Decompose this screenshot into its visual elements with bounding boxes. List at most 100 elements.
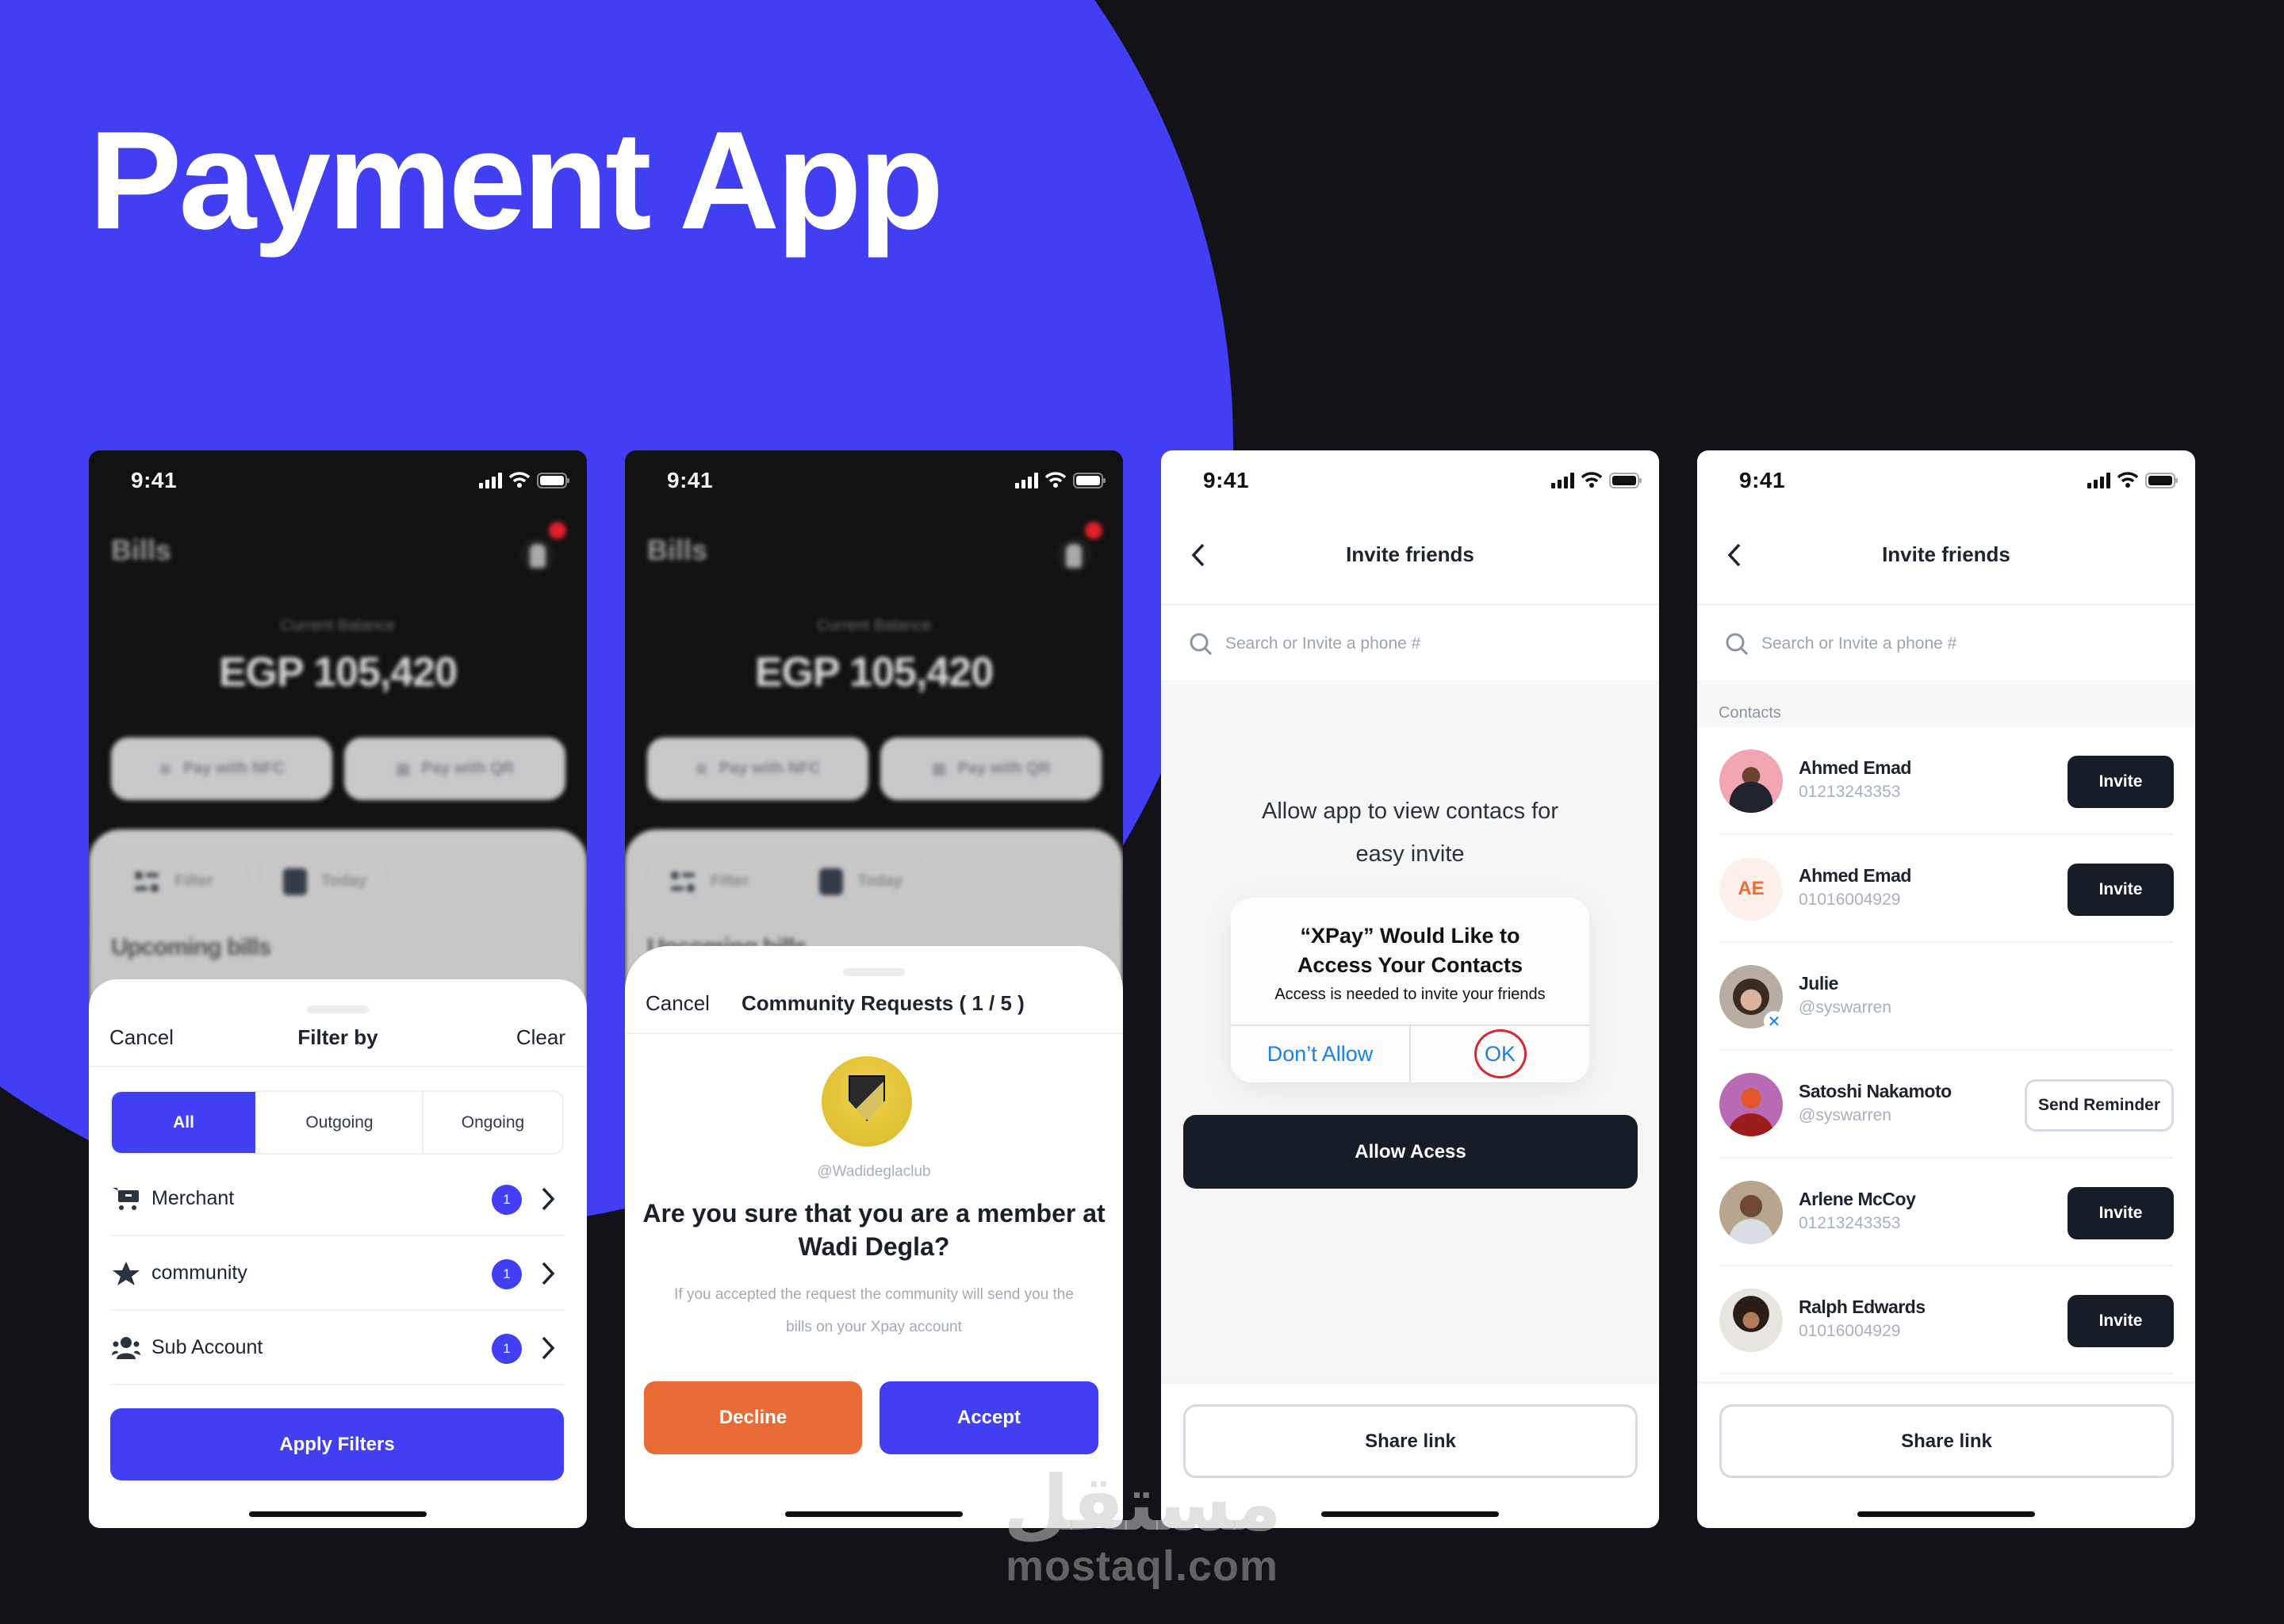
permission-prompt-text: Allow app to view contacs for easy invit… (1262, 799, 1558, 867)
phone-invite-contacts-screen: 9:41 Invite friends Search or Invite a p… (1697, 450, 2195, 1528)
contact-handle: @syswarren (1799, 998, 1892, 1017)
ok-button[interactable]: OK (1411, 1026, 1589, 1082)
notification-dot (549, 522, 566, 539)
search-placeholder: Search or Invite a phone # (1761, 634, 1957, 653)
count-badge: 1 (492, 1185, 522, 1215)
x-badge-icon: ✕ (1764, 1011, 1784, 1032)
filter-row-sub-account[interactable]: Sub Account 1 (110, 1311, 564, 1385)
phone-filter-screen: 9:41 Bills Current Balance EGP 105,420 ≋… (89, 450, 587, 1528)
contact-handle: @syswarren (1799, 1106, 1892, 1124)
confirmation-question: Are you sure that you are a member at Wa… (642, 1199, 1106, 1261)
star-icon (113, 1262, 140, 1285)
contact-phone: 01213243353 (1799, 783, 1901, 801)
segment-all[interactable]: All (112, 1092, 255, 1153)
row-label: Merchant (151, 1187, 235, 1209)
confirmation-description: If you accepted the request the communit… (674, 1286, 1074, 1335)
status-time: 9:41 (1739, 468, 1786, 492)
contact-name: Ahmed Emad (1799, 757, 1911, 778)
pay-qr-label: Pay with QR (421, 760, 515, 777)
dont-allow-button[interactable]: Don’t Allow (1231, 1026, 1409, 1082)
segment-ongoing[interactable]: Ongoing (422, 1092, 562, 1153)
cart-icon (113, 1188, 139, 1210)
users-icon (112, 1337, 140, 1359)
dialog-title: “XPay” Would Like to Access Your Contact… (1231, 921, 1589, 980)
sheet-title: Filter by (297, 1025, 378, 1049)
divider (1697, 603, 2195, 606)
contact-row: Ralph Edwards 01016004929 Invite (1719, 1266, 2174, 1374)
balance-label: Current Balance (280, 617, 396, 634)
contact-name: Ralph Edwards (1799, 1297, 1926, 1317)
sheet-drag-handle[interactable] (843, 968, 905, 976)
watermark: مستقل mostaql.com (1003, 1459, 1282, 1591)
phone-contacts-permission-screen: 9:41 Invite friends Search or Invite a p… (1161, 450, 1659, 1528)
profile-avatar (520, 538, 555, 573)
home-indicator (1321, 1511, 1499, 1517)
segment-outgoing[interactable]: Outgoing (255, 1092, 422, 1153)
filter-chip-label: Filter (711, 872, 749, 890)
divider (1697, 1381, 2195, 1384)
pay-qr-button: ▦ Pay with QR (880, 737, 1102, 800)
apply-filters-button[interactable]: Apply Filters (110, 1408, 564, 1480)
battery-icon (2145, 473, 2178, 488)
avatar (1719, 1181, 1783, 1244)
count-badge: 1 (492, 1334, 522, 1364)
type-segmented-control: All Outgoing Ongoing (110, 1090, 564, 1155)
contact-name: Julie (1799, 973, 1838, 994)
pay-nfc-button: ≋ Pay with NFC (111, 737, 332, 800)
search-input[interactable]: Search or Invite a phone # (1697, 609, 2195, 679)
today-chip-label: Today (857, 872, 903, 890)
filter-row-community[interactable]: community 1 (110, 1236, 564, 1311)
divider (89, 1066, 587, 1067)
pay-qr-label: Pay with QR (957, 760, 1051, 777)
balance-label: Current Balance (816, 617, 932, 634)
today-chip: Today (259, 849, 387, 914)
allow-access-button[interactable]: Allow Acess (1183, 1115, 1638, 1189)
qr-icon: ▦ (395, 760, 411, 778)
bills-title: Bills (647, 534, 708, 566)
sheet-drag-handle[interactable] (307, 1005, 369, 1013)
battery-icon (1609, 473, 1642, 488)
invite-button[interactable]: Invite (2067, 1187, 2174, 1239)
home-indicator (1857, 1511, 2035, 1517)
community-request-sheet: Cancel Community Requests ( 1 / 5 ) @Wad… (625, 946, 1123, 1528)
contact-row: Ahmed Emad 01213243353 Invite (1719, 727, 2174, 835)
highlight-ring (1474, 1029, 1527, 1078)
contact-name: Ahmed Emad (1799, 865, 1911, 886)
accept-button[interactable]: Accept (879, 1381, 1098, 1454)
contact-name: Arlene McCoy (1799, 1189, 1916, 1209)
balance-value: EGP 105,420 (218, 649, 458, 695)
filter-chip: Filter (647, 849, 784, 914)
search-input[interactable]: Search or Invite a phone # (1161, 609, 1659, 679)
filter-row-merchant[interactable]: Merchant 1 (110, 1162, 564, 1236)
signal-icon (1551, 473, 1574, 488)
contact-row: AE Ahmed Emad 01016004929 Invite (1719, 835, 2174, 943)
calendar-icon (283, 868, 307, 895)
page-title: Invite friends (1346, 542, 1474, 566)
contacts-permission-dialog: “XPay” Would Like to Access Your Contact… (1231, 898, 1589, 1082)
invite-button[interactable]: Invite (2067, 1295, 2174, 1347)
nfc-icon: ≋ (159, 760, 172, 778)
invite-button[interactable]: Invite (2067, 864, 2174, 916)
chevron-right-icon (542, 1336, 555, 1360)
count-badge: 1 (492, 1259, 522, 1289)
avatar-initials: AE (1719, 857, 1783, 921)
decline-button[interactable]: Decline (644, 1381, 862, 1454)
invite-button[interactable]: Invite (2067, 756, 2174, 808)
contact-row: Arlene McCoy 01213243353 Invite (1719, 1159, 2174, 1266)
send-reminder-button[interactable]: Send Reminder (2025, 1079, 2174, 1132)
cancel-button[interactable]: Cancel (646, 991, 710, 1016)
divider (1161, 603, 1659, 606)
filter-icon (671, 871, 696, 892)
contact-phone: 01016004929 (1799, 891, 1901, 909)
avatar (1719, 749, 1783, 813)
bills-title: Bills (111, 534, 172, 566)
signal-icon (2087, 473, 2110, 488)
share-link-button[interactable]: Share link (1719, 1404, 2174, 1478)
wifi-icon (2117, 472, 2139, 488)
hero-title: Payment App (89, 103, 944, 259)
clear-button[interactable]: Clear (516, 1025, 565, 1050)
pay-qr-button: ▦ Pay with QR (344, 737, 565, 800)
sheet-header: Cancel Community Requests ( 1 / 5 ) (625, 991, 1123, 1023)
chevron-right-icon (542, 1262, 555, 1285)
watermark-arabic: مستقل (1003, 1459, 1282, 1548)
